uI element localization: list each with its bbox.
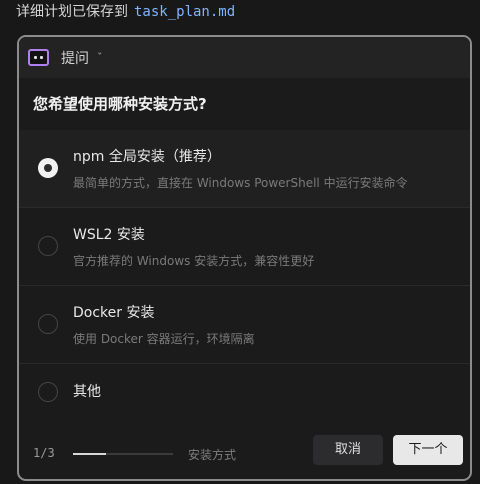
option-label: 其他 xyxy=(73,384,101,400)
question-text: 您希望使用哪种安装方式? xyxy=(33,95,207,113)
step-progress-bar xyxy=(73,453,173,455)
option-description: 最简单的方式，直接在 Windows PowerShell 中运行安装命令 xyxy=(73,176,408,190)
step-name: 安装方式 xyxy=(188,448,237,462)
question-panel: 提问 ˇ 您希望使用哪种安装方式? npm 全局安装（推荐） 最简单的方式，直接… xyxy=(17,35,472,481)
step-progress-fill xyxy=(73,453,107,455)
step-counter: 1/3 xyxy=(33,446,55,460)
next-button[interactable]: 下一个 xyxy=(393,435,463,465)
status-line: 详细计划已保存到 task_plan.md xyxy=(16,2,235,22)
panel-title: 提问 xyxy=(61,50,89,67)
filename-link[interactable]: task_plan.md xyxy=(134,4,235,20)
option-npm[interactable]: npm 全局安装（推荐） 最简单的方式，直接在 Windows PowerShe… xyxy=(19,130,470,208)
panel-header[interactable]: 提问 ˇ xyxy=(19,37,470,78)
option-label: npm 全局安装（推荐） xyxy=(73,149,221,165)
option-label: Docker 安装 xyxy=(73,305,155,321)
option-description: 使用 Docker 容器运行，环境隔离 xyxy=(73,332,255,346)
options-list: npm 全局安装（推荐） 最简单的方式，直接在 Windows PowerShe… xyxy=(19,130,470,442)
option-description: 官方推荐的 Windows 安装方式，兼容性更好 xyxy=(73,254,315,268)
radio-wsl2[interactable] xyxy=(38,236,58,256)
radio-other[interactable] xyxy=(38,382,58,402)
panel-footer: 1/3 安装方式 取消 下一个 xyxy=(19,429,470,479)
radio-npm[interactable] xyxy=(38,158,58,178)
collapse-chevron-icon[interactable]: ˇ xyxy=(97,51,103,64)
option-wsl2[interactable]: WSL2 安装 官方推荐的 Windows 安装方式，兼容性更好 xyxy=(19,208,470,286)
status-text: 详细计划已保存到 xyxy=(16,4,128,20)
radio-docker[interactable] xyxy=(38,314,58,334)
chat-bubble-icon xyxy=(28,49,49,66)
option-docker[interactable]: Docker 安装 使用 Docker 容器运行，环境隔离 xyxy=(19,286,470,364)
option-label: WSL2 安装 xyxy=(73,227,145,243)
cancel-button[interactable]: 取消 xyxy=(313,435,383,465)
